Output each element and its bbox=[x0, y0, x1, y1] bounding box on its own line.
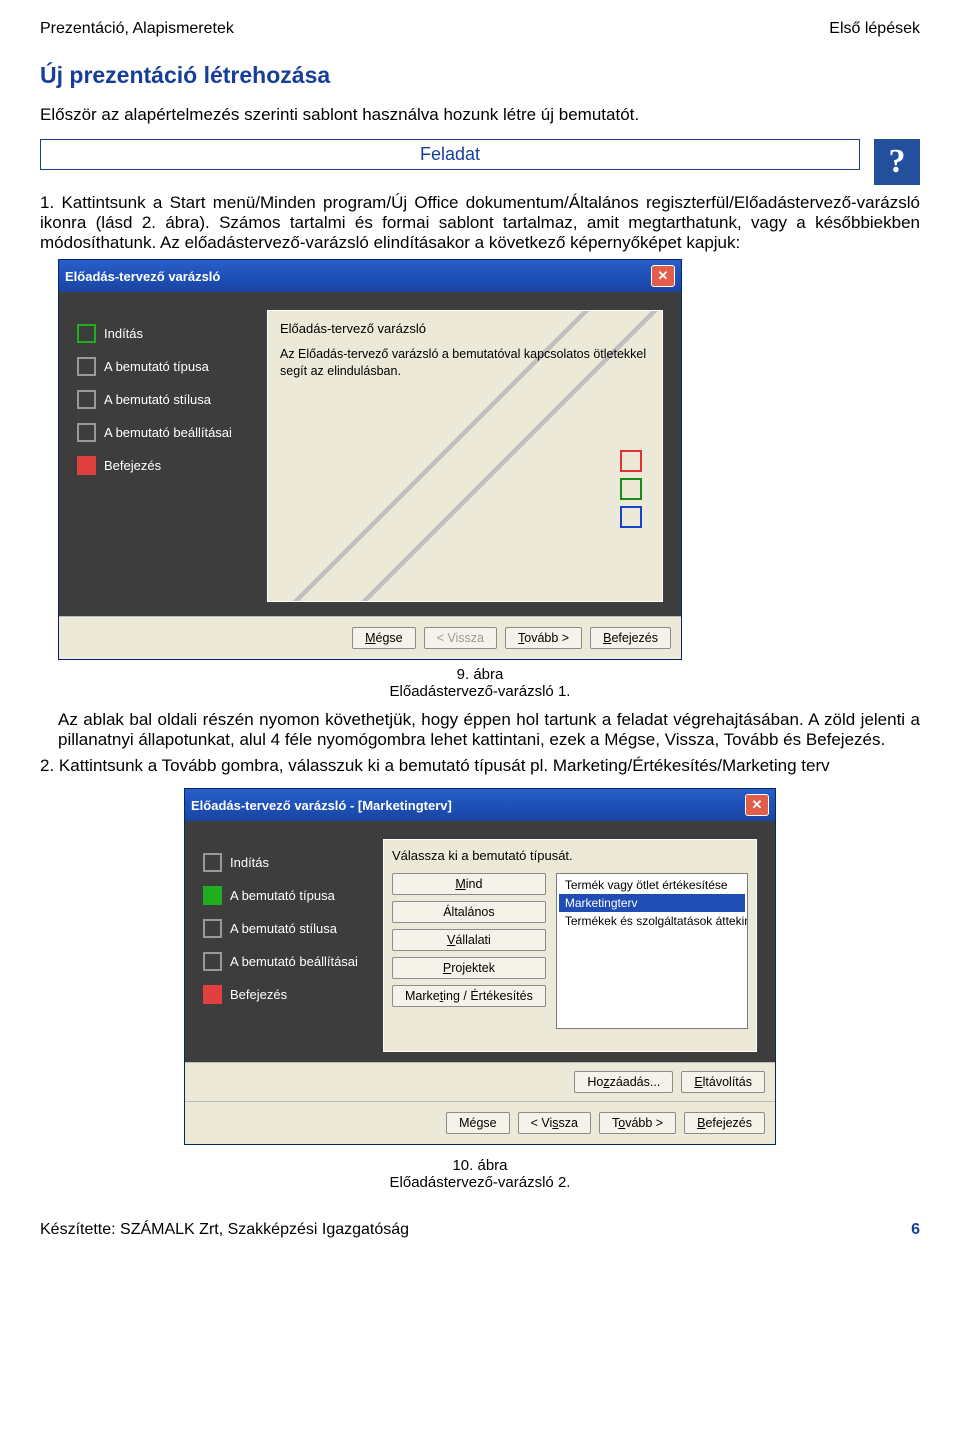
back-button[interactable]: < Vissza bbox=[518, 1112, 591, 1134]
wizard1-preview-title: Előadás-tervező varázsló bbox=[280, 321, 650, 336]
list-item[interactable]: Termékek és szolgáltatások áttekintése bbox=[559, 912, 745, 930]
step-marker-icon bbox=[203, 919, 222, 938]
step-2-number: 2. bbox=[40, 756, 54, 775]
wizard2-content: Válassza ki a bemutató típusát. Mind Ált… bbox=[383, 839, 757, 1052]
step-marker-icon bbox=[77, 357, 96, 376]
step-marker-icon bbox=[203, 886, 222, 905]
color-swatches bbox=[620, 444, 642, 534]
wizard1-step-label: A bemutató stílusa bbox=[104, 392, 211, 407]
header-left: Prezentáció, Alapismeretek bbox=[40, 20, 234, 38]
back-button[interactable]: < Vissza bbox=[424, 627, 497, 649]
step-marker-icon bbox=[203, 985, 222, 1004]
list-item[interactable]: Termék vagy ötlet értékesítése bbox=[559, 876, 745, 894]
finish-button[interactable]: Befejezés bbox=[684, 1112, 765, 1134]
wizard1-preview: Előadás-tervező varázsló Az Előadás-terv… bbox=[267, 310, 663, 602]
category-projects-button[interactable]: Projektek bbox=[392, 957, 546, 979]
page-header: Prezentáció, Alapismeretek Első lépések bbox=[40, 20, 920, 38]
close-icon[interactable]: ✕ bbox=[745, 794, 769, 816]
step-marker-icon bbox=[77, 456, 96, 475]
step-marker-icon bbox=[203, 853, 222, 872]
step-1: 1. Kattintsunk a Start menü/Minden progr… bbox=[40, 193, 920, 253]
footer-left: Készítette: SZÁMALK Zrt, Szakképzési Iga… bbox=[40, 1221, 409, 1239]
wizard2-step-label: A bemutató típusa bbox=[230, 888, 335, 903]
wizard2-step-label: A bemutató beállításai bbox=[230, 954, 358, 969]
cancel-button[interactable]: Mégse bbox=[446, 1112, 510, 1134]
step-1-number: 1. bbox=[40, 193, 54, 212]
wizard1-preview-text: Az Előadás-tervező varázsló a bemutatóva… bbox=[280, 346, 650, 380]
wizard1-step-label: A bemutató beállításai bbox=[104, 425, 232, 440]
intro-text: Először az alapértelmezés szerinti sablo… bbox=[40, 105, 920, 125]
wizard1-title: Előadás-tervező varázsló bbox=[65, 269, 220, 284]
paragraph-after-fig1: Az ablak bal oldali részén nyomon követh… bbox=[58, 710, 920, 750]
wizard2-add-remove-row: Hozzáadás... Eltávolítás bbox=[185, 1062, 775, 1101]
step-2-text: Kattintsunk a Tovább gombra, válasszuk k… bbox=[59, 756, 830, 775]
figure1-caption: 9. ábra Előadástervező-varázsló 1. bbox=[40, 666, 920, 700]
wizard2-button-row: Mégse < Vissza Tovább > Befejezés bbox=[185, 1101, 775, 1144]
step-marker-icon bbox=[77, 324, 96, 343]
wizard1-step-label: A bemutató típusa bbox=[104, 359, 209, 374]
next-button[interactable]: Tovább > bbox=[505, 627, 582, 649]
step-marker-icon bbox=[77, 423, 96, 442]
wizard2-prompt: Válassza ki a bemutató típusát. bbox=[392, 848, 748, 863]
page-number: 6 bbox=[911, 1221, 920, 1239]
wizard1-step-label: Indítás bbox=[104, 326, 143, 341]
header-right: Első lépések bbox=[829, 20, 920, 38]
wizard1-step-label: Befejezés bbox=[104, 458, 161, 473]
wizard1-titlebar: Előadás-tervező varázsló ✕ bbox=[59, 260, 681, 292]
wizard2-step-label: Indítás bbox=[230, 855, 269, 870]
step-marker-icon bbox=[203, 952, 222, 971]
step-marker-icon bbox=[77, 390, 96, 409]
category-general-button[interactable]: Általános bbox=[392, 901, 546, 923]
wizard2-titlebar: Előadás-tervező varázsló - [Marketingter… bbox=[185, 789, 775, 821]
wizard2-category-buttons: Mind Általános Vállalati Projektek Marke… bbox=[392, 873, 546, 1029]
wizard1-step-list: Indítás A bemutató típusa A bemutató stí… bbox=[77, 310, 247, 602]
category-corporate-button[interactable]: Vállalati bbox=[392, 929, 546, 951]
wizard2-window: Előadás-tervező varázsló - [Marketingter… bbox=[184, 788, 776, 1145]
category-all-button[interactable]: Mind bbox=[392, 873, 546, 895]
close-icon[interactable]: ✕ bbox=[651, 265, 675, 287]
wizard2-title: Előadás-tervező varázsló - [Marketingter… bbox=[191, 798, 452, 813]
remove-button[interactable]: Eltávolítás bbox=[681, 1071, 765, 1093]
wizard1-window: Előadás-tervező varázsló ✕ Indítás A bem… bbox=[58, 259, 682, 660]
feladat-box: Feladat bbox=[40, 139, 860, 170]
wizard2-step-label: A bemutató stílusa bbox=[230, 921, 337, 936]
wizard2-type-list[interactable]: Termék vagy ötlet értékesítése Marketing… bbox=[556, 873, 748, 1029]
list-item[interactable]: Marketingterv bbox=[559, 894, 745, 912]
next-button[interactable]: Tovább > bbox=[599, 1112, 676, 1134]
step-2: 2. Kattintsunk a Tovább gombra, válasszu… bbox=[40, 756, 920, 776]
section-title: Új prezentáció létrehozása bbox=[40, 62, 920, 89]
wizard2-step-list: Indítás A bemutató típusa A bemutató stí… bbox=[203, 839, 363, 1052]
page-footer: Készítette: SZÁMALK Zrt, Szakképzési Iga… bbox=[40, 1221, 920, 1239]
cancel-button[interactable]: Mégse bbox=[352, 627, 416, 649]
help-icon: ? bbox=[874, 139, 920, 185]
add-button[interactable]: Hozzáadás... bbox=[574, 1071, 673, 1093]
figure2-caption: 10. ábra Előadástervező-varázsló 2. bbox=[40, 1157, 920, 1191]
wizard2-step-label: Befejezés bbox=[230, 987, 287, 1002]
finish-button[interactable]: Befejezés bbox=[590, 627, 671, 649]
step-1-text: Kattintsunk a Start menü/Minden program/… bbox=[40, 193, 920, 252]
category-marketing-button[interactable]: Marketing / Értékesítés bbox=[392, 985, 546, 1007]
wizard1-button-row: Mégse < Vissza Tovább > Befejezés bbox=[59, 616, 681, 659]
